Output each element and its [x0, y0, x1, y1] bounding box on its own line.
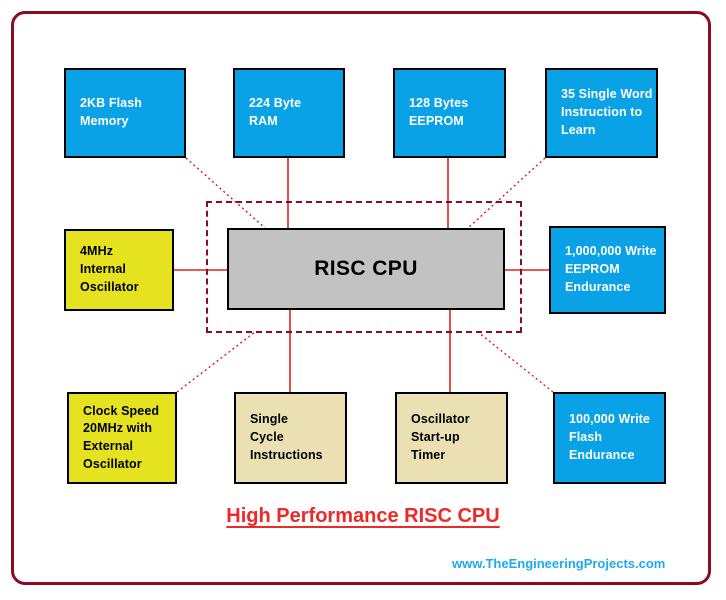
feature-node-line: Learn	[561, 122, 596, 137]
wire-clock-speed	[176, 331, 256, 393]
diagram-canvas: RISC CPU 2KB Flash Memory 224 Byte RAM 128 B…	[0, 0, 726, 600]
feature-node-line: Oscillator	[411, 412, 470, 427]
feature-node-line: 20MHz with	[83, 421, 153, 436]
feature-node-flash-endurance: 100,000 Write Flash Endurance	[553, 392, 666, 484]
feature-node-line: Clock Speed	[83, 403, 160, 418]
feature-node-line: 2KB Flash	[80, 96, 143, 111]
feature-node-line: EEPROM	[409, 114, 464, 128]
feature-node-eeprom: 128 Bytes EEPROM	[393, 68, 506, 158]
feature-node-ram: 224 Byte RAM	[233, 68, 345, 158]
feature-node-line: 4MHz	[80, 244, 114, 259]
website-credit: www.TheEngineeringProjects.com	[452, 556, 666, 571]
feature-node-eeprom-endurance: 1,000,000 Write EEPROM Endurance	[549, 226, 666, 314]
feature-node-line: Instruction to	[561, 105, 643, 120]
feature-node-line: RAM	[249, 114, 278, 128]
feature-node-line: 100,000 Write	[569, 412, 650, 427]
feature-node-line: 1,000,000 Write	[565, 244, 657, 259]
feature-node-line: Flash	[569, 430, 603, 445]
feature-node-line: 224 Byte	[249, 96, 302, 111]
feature-node-line: Internal	[80, 262, 126, 277]
feature-node-line: Timer	[411, 447, 446, 462]
feature-node-line: Cycle	[250, 430, 284, 445]
feature-node-line: Oscillator	[83, 456, 142, 471]
feature-node-startup-timer: Oscillator Start-up Timer	[395, 392, 508, 484]
wire-flash-endurance	[477, 331, 554, 393]
feature-node-instruction-set: 35 Single Word Instruction to Learn	[545, 68, 658, 158]
feature-node-line: External	[83, 439, 134, 453]
feature-node-flash-memory: 2KB Flash Memory	[64, 68, 186, 158]
feature-node-single-cycle: Single Cycle Instructions	[234, 392, 347, 484]
diagram-title: High Performance RISC CPU	[226, 505, 500, 527]
feature-node-line: Start-up	[411, 430, 460, 445]
feature-node-line: Instructions	[250, 447, 323, 462]
feature-node-line: 35 Single Word	[561, 87, 653, 102]
feature-node-line: Oscillator	[80, 279, 139, 294]
feature-node-line: 128 Bytes	[409, 96, 469, 111]
risc-cpu-block: RISC CPU	[227, 228, 505, 310]
risc-cpu-label: RISC CPU	[314, 257, 418, 280]
feature-node-clock-speed: Clock Speed 20MHz with External Oscillator	[67, 392, 177, 484]
feature-node-line: EEPROM	[565, 262, 620, 277]
feature-node-line: Single	[250, 412, 289, 427]
feature-node-line: Endurance	[565, 279, 631, 294]
feature-node-line: Endurance	[569, 447, 635, 462]
feature-node-line: Memory	[80, 114, 129, 128]
feature-node-internal-oscillator: 4MHz Internal Oscillator	[64, 229, 174, 311]
